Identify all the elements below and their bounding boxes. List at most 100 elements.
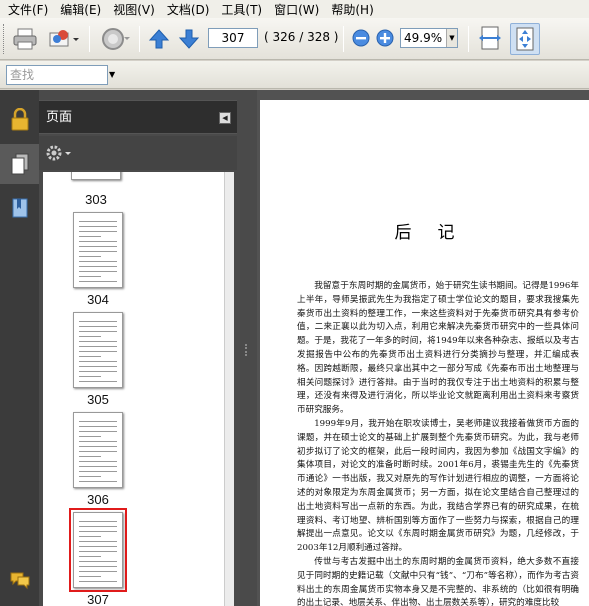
thumbnail-text-line xyxy=(79,481,117,482)
thumbnail-text-line xyxy=(79,551,117,552)
thumbnail-text-line xyxy=(79,231,117,232)
panel-splitter[interactable] xyxy=(237,90,257,606)
thumbnail-text-line xyxy=(79,331,117,332)
thumbnail-text-line xyxy=(79,536,101,537)
thumbnail-text-line xyxy=(79,451,117,452)
thumbnail-text-line xyxy=(79,276,101,277)
page-thumbnail[interactable] xyxy=(73,212,123,288)
menu-help[interactable]: 帮助(H) xyxy=(325,1,379,18)
page-thumbnail[interactable] xyxy=(73,412,123,488)
thumbnail-text-line xyxy=(79,556,101,557)
arrow-down-icon[interactable] xyxy=(176,26,202,52)
menu-document[interactable]: 文档(D) xyxy=(161,1,216,18)
menu-window[interactable]: 窗口(W) xyxy=(268,1,325,18)
bookmarks-icon[interactable] xyxy=(0,188,39,228)
page-body: 我留意于东周时期的金属货币，始于研究生读书期间。记得是1996年上半年，导师吴振… xyxy=(297,280,579,606)
thumbnail-text-line xyxy=(79,471,117,472)
email-icon[interactable] xyxy=(46,24,80,54)
thumbnail-text-line xyxy=(79,526,117,527)
thumbnail-text-line xyxy=(79,531,117,532)
navigation-rail xyxy=(0,90,39,606)
document-viewport[interactable]: 后记 我留意于东周时期的金属货币，始于研究生读书期间。记得是1996年上半年，导… xyxy=(257,90,589,606)
collapse-panel-icon[interactable]: ◀ xyxy=(219,112,231,124)
thumbnail-text-line xyxy=(79,241,117,242)
thumbnail-text-line xyxy=(79,256,101,257)
menu-view[interactable]: 视图(V) xyxy=(107,1,161,18)
thumbnail-text-line xyxy=(79,446,117,447)
thumbnail-text-line xyxy=(79,366,117,367)
thumbnail-label: 304 xyxy=(87,292,109,307)
thumbnail-text-line xyxy=(79,476,101,477)
thumbnail-text-line xyxy=(79,571,117,572)
pages-icon[interactable] xyxy=(0,144,39,184)
thumbnail-text-line xyxy=(79,521,117,522)
toolbar-separator xyxy=(343,26,344,52)
find-input[interactable]: 查找 xyxy=(6,65,108,85)
thumbnail-text-line xyxy=(79,376,101,377)
chevron-down-icon[interactable]: ▼ xyxy=(109,70,115,79)
thumbnail-label: 306 xyxy=(87,492,109,507)
panel-title: 页面 xyxy=(46,110,73,125)
page-number-input[interactable]: 307 xyxy=(208,28,258,48)
panel-options xyxy=(39,136,237,170)
thumbnail-text-line xyxy=(79,466,117,467)
thumbnail-text-line xyxy=(79,426,117,427)
pages-panel: 页面 ◀ 303 304 305 306 307 xyxy=(39,90,237,606)
thumbnail-text-line xyxy=(79,321,117,322)
thumbnail-text-line xyxy=(79,326,117,327)
thumbnail-text-line xyxy=(79,566,117,567)
page-thumbnail[interactable] xyxy=(73,312,123,388)
thumbnail-text-line xyxy=(79,421,117,422)
thumbnail-text-line xyxy=(79,356,101,357)
page-thumbnail-selected[interactable] xyxy=(69,508,127,592)
lock-icon[interactable] xyxy=(0,100,39,140)
main-toolbar: 307 ( 326 / 328 ) 49.9% ▼ xyxy=(0,18,589,60)
fit-width-icon[interactable] xyxy=(476,23,506,55)
thumbnail-text-line xyxy=(79,226,117,227)
document-page: 后记 我留意于东周时期的金属货币，始于研究生读书期间。记得是1996年上半年，导… xyxy=(260,100,589,606)
chevron-down-icon[interactable]: ▼ xyxy=(446,29,457,47)
thumbnail-label: 305 xyxy=(87,392,109,407)
menu-edit[interactable]: 编辑(E) xyxy=(54,1,107,18)
thumbnail-text-line xyxy=(79,251,117,252)
comment-icon[interactable] xyxy=(0,560,39,600)
panel-header: 页面 ◀ xyxy=(39,100,237,134)
zoom-in-icon[interactable] xyxy=(375,28,395,48)
paragraph: 我留意于东周时期的金属货币，始于研究生读书期间。记得是1996年上半年，导师吴振… xyxy=(297,281,579,416)
thumbnail-text-line xyxy=(79,371,117,372)
sync-icon[interactable] xyxy=(98,24,132,54)
fit-page-icon[interactable] xyxy=(510,23,540,55)
thumbnail-text-line xyxy=(79,576,101,577)
paragraph: 传世与考古发掘中出土的东周时期的金属货币资料，绝大多数不直接见于同时期的史籍记载… xyxy=(297,556,579,606)
thumbnail-text-line xyxy=(79,271,117,272)
thumbnail-scrollbar[interactable] xyxy=(224,172,234,606)
thumbnail-text-line xyxy=(79,221,117,222)
thumbnail-text-line xyxy=(79,361,117,362)
thumbnail-text-line xyxy=(79,561,117,562)
menu-tools[interactable]: 工具(T) xyxy=(215,1,268,18)
thumbnail-text-line xyxy=(79,441,117,442)
thumbnail-text-line xyxy=(79,456,101,457)
thumbnail-text-line xyxy=(79,351,117,352)
thumbnail-text-line xyxy=(79,336,101,337)
find-toolbar: 查找 ▼ xyxy=(0,61,589,89)
menu-bar: 文件(F) 编辑(E) 视图(V) 文档(D) 工具(T) 窗口(W) 帮助(H… xyxy=(0,0,589,18)
gear-icon[interactable] xyxy=(45,144,73,165)
page-thumbnail[interactable] xyxy=(71,172,121,180)
thumbnail-text-line xyxy=(79,541,117,542)
page-count: ( 326 / 328 ) xyxy=(264,30,339,44)
page-heading: 后记 xyxy=(394,223,481,243)
zoom-out-icon[interactable] xyxy=(351,28,371,48)
menu-file[interactable]: 文件(F) xyxy=(2,1,54,18)
arrow-up-icon[interactable] xyxy=(146,26,172,52)
toolbar-grip[interactable] xyxy=(3,24,6,54)
thumbnail-text-line xyxy=(79,261,117,262)
thumbnail-text-line xyxy=(79,236,101,237)
print-icon[interactable] xyxy=(10,24,40,54)
thumbnail-text-line xyxy=(79,266,117,267)
paragraph: 1999年9月，我开始在职攻读博士，吴老师建议我接着做货币方面的课题，并在硕士论… xyxy=(297,418,579,554)
thumbnail-text-line xyxy=(79,246,117,247)
thumbnail-list: 303 304 305 306 307 xyxy=(43,172,234,606)
thumbnail-label: 303 xyxy=(85,192,107,207)
thumbnail-text-line xyxy=(79,436,101,437)
